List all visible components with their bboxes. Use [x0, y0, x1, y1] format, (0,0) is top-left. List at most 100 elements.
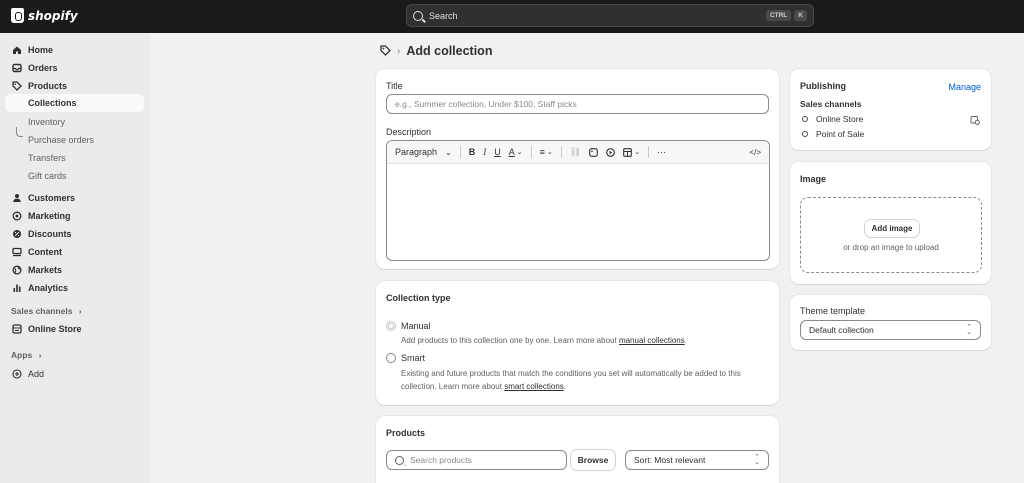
- calendar-schedule-icon[interactable]: [970, 115, 980, 127]
- sidebar-label: Online Store: [28, 324, 82, 334]
- sidebar-label: Customers: [28, 193, 76, 203]
- chevron-up-down-icon: ⌃ ⌄: [754, 454, 760, 466]
- theme-template-select[interactable]: Default collection ⌃ ⌄: [800, 320, 981, 340]
- sidebar-item-add-app[interactable]: Add: [5, 365, 144, 383]
- toolbar-divider: [648, 146, 650, 158]
- sidebar-item-online-store[interactable]: Online Store: [5, 320, 144, 338]
- sidebar: Home Orders Products Collections Invento…: [0, 33, 150, 483]
- sidebar-item-home[interactable]: Home: [5, 41, 144, 59]
- browse-button[interactable]: Browse: [571, 450, 615, 470]
- theme-selected-value: Default collection: [809, 325, 874, 335]
- search-products-placeholder: Search products: [410, 455, 472, 465]
- sidebar-item-purchase-orders[interactable]: Purchase orders: [28, 135, 94, 145]
- brand-name: shopify: [28, 8, 78, 23]
- sidebar-label: Collections: [28, 98, 77, 108]
- sidebar-label: Add: [28, 369, 45, 379]
- manage-link[interactable]: Manage: [948, 82, 981, 92]
- global-search[interactable]: Search CTRL K: [406, 4, 814, 27]
- sidebar-item-customers[interactable]: Customers: [5, 189, 144, 207]
- products-card: Products Search products Browse Sort: Mo…: [376, 416, 779, 483]
- submenu-connector: [16, 127, 23, 137]
- theme-template-heading: Theme template: [800, 306, 866, 316]
- paragraph-format-dropdown[interactable]: Paragraph ⌄: [395, 147, 452, 157]
- description-label: Description: [386, 127, 432, 137]
- table-icon[interactable]: ⌄: [623, 147, 640, 157]
- toolbar-divider: [560, 146, 562, 158]
- sidebar-item-inventory[interactable]: Inventory: [28, 117, 65, 127]
- search-products-input[interactable]: Search products: [386, 450, 567, 470]
- chevron-right-icon: ›: [38, 350, 42, 360]
- sidebar-item-marketing[interactable]: Marketing: [5, 207, 144, 225]
- manual-collections-link[interactable]: manual collections: [619, 336, 685, 345]
- search-icon: [395, 455, 404, 465]
- add-image-button[interactable]: Add image: [865, 220, 919, 237]
- channel-label: Point of Sale: [816, 129, 865, 139]
- sidebar-item-orders[interactable]: Orders: [5, 59, 144, 77]
- channel-dot-icon: [802, 116, 808, 122]
- sidebar-item-collections[interactable]: Collections: [5, 94, 144, 112]
- sort-label: Sort: Most relevant: [634, 455, 706, 465]
- image-card: Image Add image or drop an image to uplo…: [790, 162, 991, 284]
- manual-help: Add products to this collection one by o…: [401, 335, 687, 348]
- image-dropzone[interactable]: Add image or drop an image to upload: [800, 197, 982, 273]
- channel-point-of-sale: Point of Sale: [802, 129, 864, 139]
- bold-icon[interactable]: B: [469, 147, 476, 157]
- sidebar-label: Home: [28, 45, 54, 55]
- sidebar-item-discounts[interactable]: Discounts: [5, 225, 144, 243]
- underline-icon[interactable]: U: [494, 147, 501, 157]
- toolbar-divider: [459, 146, 461, 158]
- code-view-icon[interactable]: </>: [749, 148, 761, 157]
- sidebar-item-analytics[interactable]: Analytics: [5, 279, 144, 297]
- title-description-card: Title e.g., Summer collection, Under $10…: [376, 69, 779, 269]
- collection-type-card: Collection type Manual Add products to t…: [376, 281, 779, 405]
- italic-icon[interactable]: I: [483, 147, 486, 157]
- description-textarea[interactable]: [387, 164, 769, 260]
- sidebar-label: Products: [28, 81, 68, 91]
- home-icon: [12, 45, 22, 55]
- sidebar-label: Content: [28, 247, 62, 257]
- search-icon: [413, 10, 423, 21]
- smart-help-text-1: Existing and future products that match …: [401, 369, 741, 378]
- discount-icon: [12, 229, 22, 239]
- sales-channels-heading[interactable]: Sales channels ›: [11, 306, 82, 316]
- drop-text: or drop an image to upload: [843, 243, 939, 252]
- sidebar-item-products[interactable]: Products: [5, 77, 144, 95]
- shopify-logo[interactable]: shopify: [11, 8, 78, 23]
- publishing-heading: Publishing: [800, 81, 846, 91]
- products-heading: Products: [386, 428, 426, 438]
- person-icon: [12, 193, 22, 203]
- apps-heading[interactable]: Apps ›: [11, 350, 41, 360]
- align-left-icon[interactable]: ≡ ⌄: [540, 147, 553, 157]
- sidebar-label: Markets: [28, 265, 63, 275]
- top-bar: shopify Search CTRL K: [0, 0, 1024, 33]
- smart-radio[interactable]: [386, 353, 396, 363]
- channel-label: Online Store: [816, 114, 864, 124]
- plus-circle-icon: [12, 369, 22, 379]
- sidebar-item-content[interactable]: Content: [5, 243, 144, 261]
- shortcut-k: K: [794, 10, 807, 21]
- sales-channels-label: Sales channels: [800, 99, 862, 109]
- link-icon[interactable]: ⛓: [570, 147, 581, 158]
- sidebar-item-markets[interactable]: Markets: [5, 261, 144, 279]
- period: .: [684, 336, 687, 345]
- sales-channels-heading-text: Sales channels: [11, 306, 73, 316]
- video-icon[interactable]: [606, 147, 616, 157]
- collections-tag-icon[interactable]: [380, 44, 391, 58]
- sort-select[interactable]: Sort: Most relevant ⌃ ⌄: [625, 450, 769, 470]
- apps-heading-text: Apps: [11, 350, 33, 360]
- sidebar-label: Analytics: [28, 283, 69, 293]
- sidebar-item-transfers[interactable]: Transfers: [28, 153, 66, 163]
- theme-template-card: Theme template Default collection ⌃ ⌄: [790, 295, 991, 350]
- target-icon: [12, 211, 22, 221]
- smart-collections-link[interactable]: smart collections: [504, 382, 564, 391]
- content-icon: [12, 247, 22, 257]
- sidebar-item-gift-cards[interactable]: Gift cards: [28, 171, 67, 181]
- more-options-icon[interactable]: ⋯: [657, 147, 666, 158]
- tag-icon: [12, 81, 22, 91]
- collection-type-heading: Collection type: [386, 293, 451, 303]
- image-icon[interactable]: [589, 147, 599, 157]
- manual-radio[interactable]: [386, 321, 396, 331]
- title-input[interactable]: e.g., Summer collection, Under $100, Sta…: [386, 94, 769, 114]
- text-color-icon[interactable]: A ⌄: [509, 147, 523, 157]
- toolbar-divider: [530, 146, 532, 158]
